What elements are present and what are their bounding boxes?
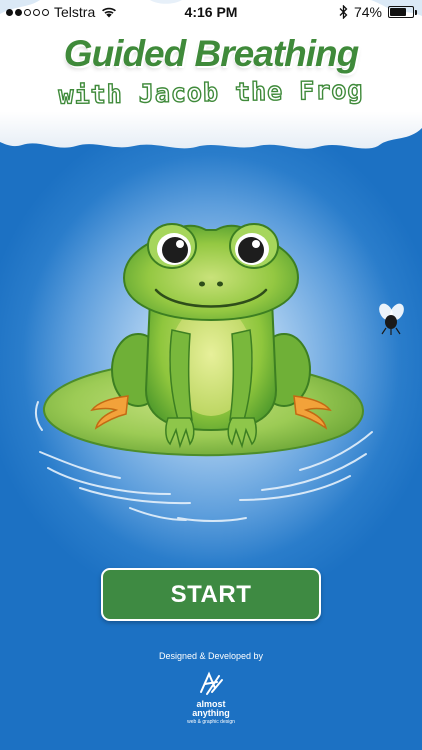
almost-anything-logo[interactable]: almost anything web & graphic design [178,670,244,726]
frog-left-eye [147,223,197,269]
status-right: 74% [339,4,417,20]
battery-fill [390,8,407,16]
status-bar: Telstra 4:16 PM 74% [0,0,422,24]
logo-tagline: web & graphic design [187,719,235,725]
frog-nostril [217,281,223,287]
app-title: Guided Breathing [63,33,359,74]
fly-icon [379,303,404,335]
battery-icon [388,6,417,18]
battery-nub [415,10,417,15]
credit-text: Designed & Developed by [158,651,264,661]
frog-nostril [199,281,205,287]
logo-name-line2: anything [192,708,230,718]
logo-mark-icon [200,671,223,695]
frog-right-hand [227,417,257,449]
bluetooth-icon [339,5,348,19]
frog-left-hand [165,417,195,449]
frog-right-eye [229,223,279,269]
logo-name: almost anything [178,700,244,718]
start-button[interactable]: START [101,568,321,621]
frog-scene [34,223,404,522]
battery-percent: 74% [353,4,382,20]
app-screen: Telstra 4:16 PM 74% Guided Breathing wit… [0,0,422,750]
